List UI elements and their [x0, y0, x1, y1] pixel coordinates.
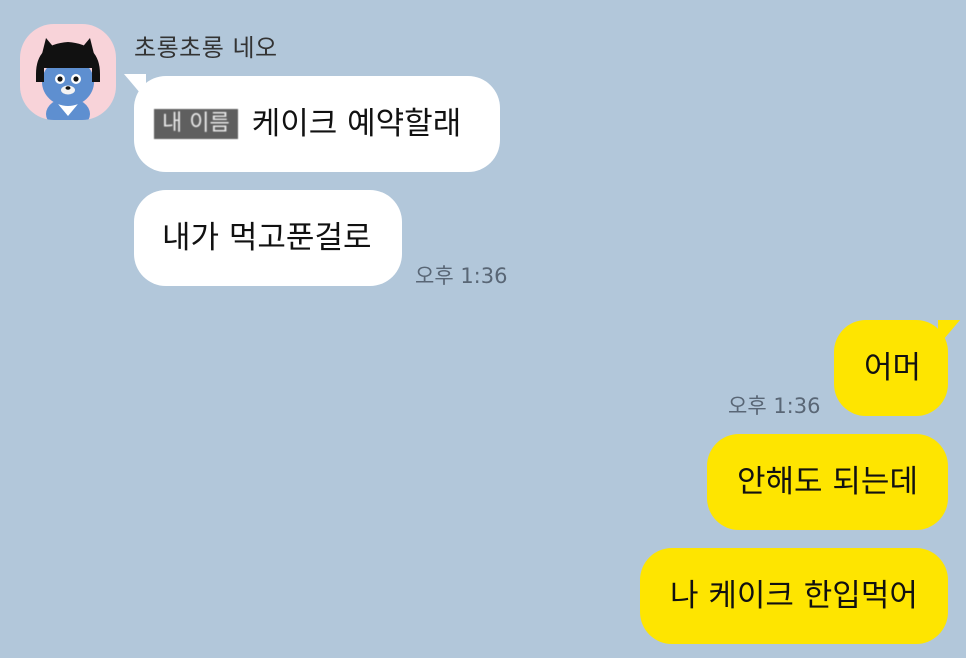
- outgoing-bubble-tail: [938, 320, 960, 346]
- message-text: 나 케이크 한입먹어: [670, 578, 918, 614]
- message-timestamp: 오후 1:36: [415, 264, 508, 288]
- incoming-message-bubble[interactable]: 내 이름 케이크 예약할래: [134, 76, 500, 172]
- outgoing-message-bubble[interactable]: 안해도 되는데: [707, 434, 948, 530]
- chat-room: 초롱초롱 네오 내 이름 케이크 예약할래 내가 먹고푼걸로 오후 1:36 어머…: [0, 0, 966, 658]
- sender-name: 초롱초롱 네오: [134, 34, 278, 62]
- message-text: 케이크 예약할래: [251, 106, 462, 142]
- message-text: 안해도 되는데: [737, 464, 918, 500]
- message-text: 내가 먹고푼걸로: [162, 220, 372, 256]
- masked-name-label: 내 이름: [154, 109, 238, 139]
- message-text: 어머: [864, 350, 922, 386]
- outgoing-message-bubble[interactable]: 나 케이크 한입먹어: [640, 548, 948, 644]
- neo-avatar-icon: [36, 38, 100, 120]
- incoming-message-bubble[interactable]: 내가 먹고푼걸로: [134, 190, 402, 286]
- message-timestamp: 오후 1:36: [728, 394, 821, 418]
- outgoing-message-bubble[interactable]: 어머: [834, 320, 948, 416]
- sender-avatar[interactable]: [20, 24, 116, 120]
